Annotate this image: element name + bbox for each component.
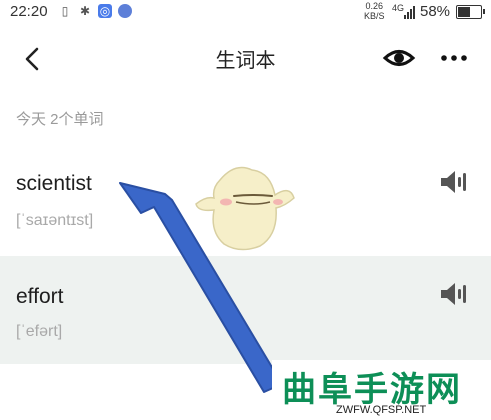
header: 生词本 <box>0 30 491 86</box>
pronounce-button[interactable] <box>438 168 470 196</box>
word-text: scientist <box>16 172 92 195</box>
watermark: 曲阜手游网 ZWFW.QFSP.NET <box>272 360 491 420</box>
status-bar: 22:20 ▯ ✱ ◎ 0.26 KB/S 4G 58% <box>0 0 491 26</box>
pronounce-button[interactable] <box>438 280 470 308</box>
network-speed-value: 0.26 <box>365 1 384 11</box>
hotspot-icon: ◎ <box>98 4 112 18</box>
word-list-item[interactable]: effort [ˈefərt] <box>0 256 491 364</box>
page-title: 生词本 <box>215 50 276 72</box>
signal-bars-icon <box>404 5 415 19</box>
battery-icon <box>456 5 485 19</box>
word-phonetic: [ˈsaɪəntɪst] <box>16 212 94 229</box>
word-count-summary: 今天 2个单词 <box>16 111 104 128</box>
speaker-icon <box>441 283 466 305</box>
bluetooth-icon: ✱ <box>79 4 91 18</box>
more-icon <box>441 55 467 61</box>
vibrate-icon: ▯ <box>61 4 69 18</box>
eye-icon <box>382 50 416 66</box>
signal-type: 4G <box>392 3 405 13</box>
mascot-illustration <box>190 160 300 255</box>
more-button[interactable] <box>437 48 471 68</box>
word-text: effort <box>16 285 64 308</box>
battery-fill <box>458 7 470 17</box>
app-notification-icon <box>118 4 132 18</box>
watermark-url: ZWFW.QFSP.NET <box>336 404 427 416</box>
speaker-icon <box>441 171 466 193</box>
toggle-visibility-button[interactable] <box>382 45 416 71</box>
battery-percent: 58% <box>420 3 451 20</box>
status-icons-left: ▯ ✱ ◎ <box>58 4 132 18</box>
word-phonetic: [ˈefərt] <box>16 323 63 340</box>
network-speed-unit: KB/S <box>364 11 385 21</box>
status-time: 22:20 <box>10 3 48 20</box>
network-speed: 0.26 KB/S <box>364 1 385 21</box>
